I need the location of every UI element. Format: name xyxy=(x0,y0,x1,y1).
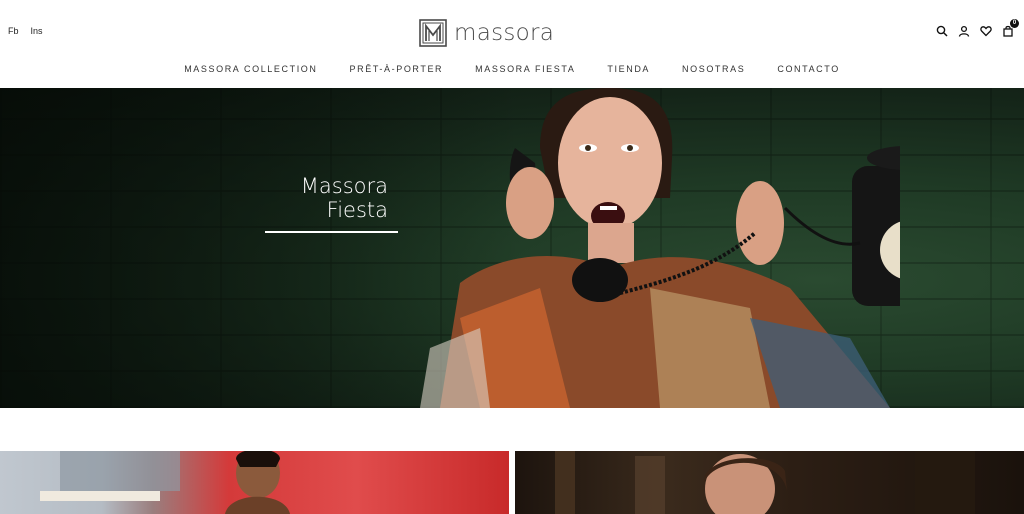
logo-mark-icon xyxy=(419,19,447,47)
category-tile-left[interactable] xyxy=(0,451,509,514)
nav-item-pret-a-porter[interactable]: PRÊT-À-PORTER xyxy=(350,64,444,74)
search-icon[interactable] xyxy=(935,24,948,38)
category-tile-right[interactable] xyxy=(515,451,1024,514)
nav-item-tienda[interactable]: TIENDA xyxy=(607,64,650,74)
hero-title: Massora Fiesta xyxy=(265,174,388,222)
category-tiles xyxy=(0,451,1024,514)
cart-icon[interactable]: 0 xyxy=(1001,19,1019,38)
heart-icon[interactable] xyxy=(979,24,992,38)
logo-text: massora xyxy=(454,20,555,46)
nav-item-nosotras[interactable]: NOSOTRAS xyxy=(682,64,745,74)
hero-title-line1: Massora xyxy=(300,174,388,198)
cart-count-badge: 0 xyxy=(1010,19,1019,28)
hero-title-line2: Fiesta xyxy=(326,198,388,222)
hero-model-image xyxy=(420,88,900,408)
facebook-link[interactable]: Fb xyxy=(8,26,19,36)
nav-item-massora-fiesta[interactable]: MASSORA FIESTA xyxy=(475,64,575,74)
header-icons: 0 xyxy=(935,19,1019,38)
instagram-link[interactable]: Ins xyxy=(31,26,43,36)
site-header: Fb Ins massora 0 MASSORA COLLECTION PRÊT… xyxy=(0,0,1024,88)
main-nav: MASSORA COLLECTION PRÊT-À-PORTER MASSORA… xyxy=(0,64,1024,74)
tile-right-image xyxy=(555,451,975,514)
site-logo[interactable]: massora xyxy=(419,19,554,47)
hero-banner[interactable]: Massora Fiesta xyxy=(0,88,1024,408)
nav-item-massora-collection[interactable]: MASSORA COLLECTION xyxy=(184,64,317,74)
wall-telephone xyxy=(852,146,900,306)
user-icon[interactable] xyxy=(957,24,970,38)
social-links: Fb Ins xyxy=(8,26,43,36)
hero-underline xyxy=(265,231,398,233)
tile-left-image xyxy=(40,451,290,514)
nav-item-contacto[interactable]: CONTACTO xyxy=(777,64,839,74)
